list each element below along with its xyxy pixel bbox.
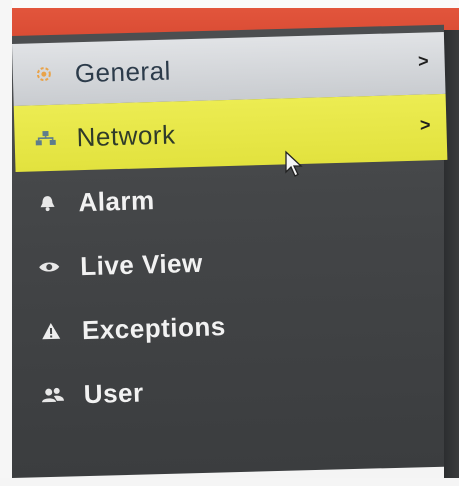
menu-item-alarm[interactable]: Alarm xyxy=(16,160,450,236)
gear-icon xyxy=(33,63,56,86)
users-icon xyxy=(42,384,65,407)
menu-item-label: General xyxy=(74,55,172,88)
menu-item-live-view[interactable]: Live View xyxy=(17,224,451,300)
menu-item-user[interactable]: User xyxy=(21,352,455,428)
menu-item-label: Alarm xyxy=(78,184,156,217)
menu-item-label: Live View xyxy=(79,247,204,281)
photo-border-bottom xyxy=(0,478,459,486)
menu-item-label: Exceptions xyxy=(81,310,227,345)
menu-item-exceptions[interactable]: Exceptions xyxy=(19,288,453,364)
chevron-right-icon: > xyxy=(417,50,429,72)
mouse-pointer-icon xyxy=(285,150,303,177)
bell-icon xyxy=(36,192,59,215)
menu-item-label: User xyxy=(83,376,145,409)
screen: General > Network > Alarm Live View Exce… xyxy=(0,0,459,486)
chevron-right-icon: > xyxy=(419,114,431,136)
menu-item-label: Network xyxy=(76,118,176,152)
settings-menu: General > Network > Alarm Live View Exce… xyxy=(12,31,455,428)
network-icon xyxy=(34,127,57,150)
eye-icon xyxy=(38,256,61,279)
menu-item-network[interactable]: Network > xyxy=(13,93,448,172)
photo-border-top xyxy=(0,0,459,8)
photo-border-left xyxy=(0,0,12,486)
warning-icon xyxy=(40,320,63,343)
